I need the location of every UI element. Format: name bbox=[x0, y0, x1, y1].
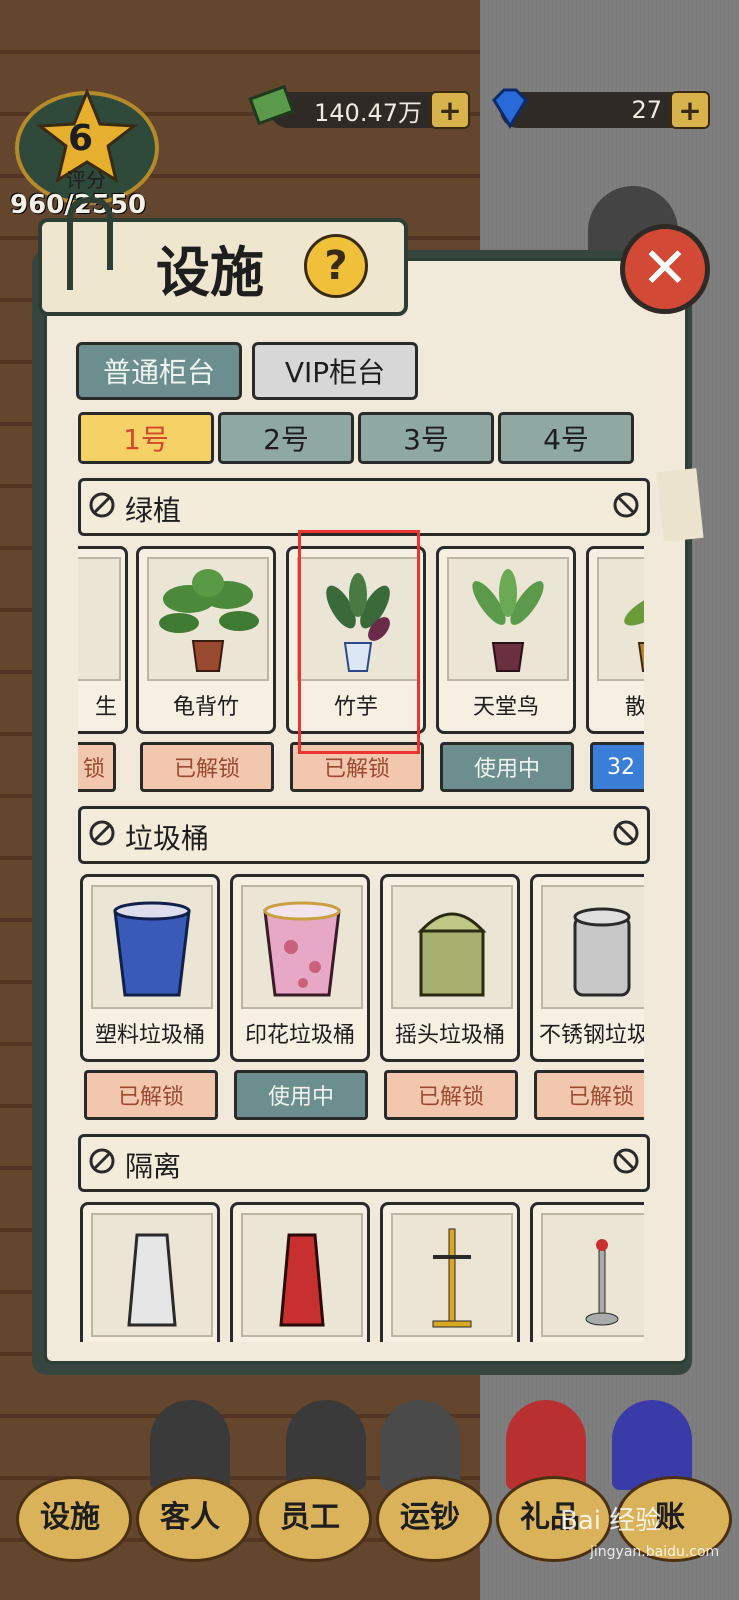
barrier-image bbox=[541, 1213, 644, 1337]
trash-image bbox=[241, 885, 363, 1009]
plant-card[interactable]: 散 bbox=[586, 546, 644, 734]
nav-staff[interactable]: 员工 bbox=[260, 1484, 360, 1544]
counter-tab-4[interactable]: 4号 bbox=[498, 412, 634, 464]
nav-facilities[interactable]: 设施 bbox=[20, 1484, 120, 1544]
paper-corner bbox=[656, 468, 704, 542]
nav-cash-transport[interactable]: 运钞 bbox=[380, 1484, 480, 1544]
section-plants[interactable]: 绿植 bbox=[78, 478, 650, 536]
trash-row: 塑料垃圾桶 印花垃圾桶 摇头垃圾桶 不锈钢垃圾桶 已解锁 bbox=[78, 874, 644, 1124]
plant-image bbox=[597, 557, 644, 681]
section-barrier-title: 隔离 bbox=[125, 1150, 182, 1183]
monstera-icon bbox=[159, 569, 259, 672]
tab-normal-counter[interactable]: 普通柜台 bbox=[76, 342, 242, 400]
counter-tab-3[interactable]: 3号 bbox=[358, 412, 494, 464]
plant-price[interactable]: 32 bbox=[590, 742, 644, 792]
plant-name: 天堂鸟 bbox=[472, 695, 539, 720]
panel-title: 设施 bbox=[156, 241, 264, 304]
bird-of-paradise-icon bbox=[472, 569, 544, 672]
plant-status[interactable]: 锁 bbox=[78, 742, 116, 792]
trash-card[interactable]: 印花垃圾桶 bbox=[230, 874, 370, 1062]
trash-image bbox=[541, 885, 644, 1009]
plant-name: 生 bbox=[94, 695, 117, 720]
watermark-url: jingyan.baidu.com bbox=[590, 1544, 720, 1560]
trash-card[interactable]: 不锈钢垃圾桶 bbox=[530, 874, 644, 1062]
trash-status[interactable]: 已解锁 bbox=[384, 1070, 518, 1120]
section-plants-title: 绿植 bbox=[125, 494, 182, 527]
section-trash-title: 垃圾桶 bbox=[125, 822, 210, 855]
trash-status[interactable]: 使用中 bbox=[234, 1070, 368, 1120]
plastic-bin-icon bbox=[113, 901, 191, 997]
barrier-card[interactable] bbox=[230, 1202, 370, 1342]
plant-image bbox=[447, 557, 569, 681]
toggle-icon bbox=[89, 492, 115, 518]
white-barrier-icon bbox=[127, 1233, 177, 1327]
gem-display: 27 + bbox=[492, 88, 710, 129]
trash-name: 塑料垃圾桶 bbox=[94, 1023, 205, 1048]
barrier-image bbox=[91, 1213, 213, 1337]
selection-highlight bbox=[298, 530, 420, 754]
add-money-button[interactable]: + bbox=[430, 91, 470, 129]
prohibit-icon bbox=[613, 820, 639, 846]
trash-status[interactable]: 已解锁 bbox=[534, 1070, 644, 1120]
barrier-image bbox=[241, 1213, 363, 1337]
palm-icon bbox=[624, 592, 644, 672]
plant-card[interactable]: 龟背竹 bbox=[136, 546, 276, 734]
prohibit-icon bbox=[613, 1148, 639, 1174]
add-gems-button[interactable]: + bbox=[670, 91, 710, 129]
cash-icon bbox=[248, 84, 295, 126]
trash-image bbox=[391, 885, 513, 1009]
trash-image bbox=[91, 885, 213, 1009]
plant-status[interactable]: 已解锁 bbox=[140, 742, 274, 792]
plant-image bbox=[147, 557, 269, 681]
barrier-card[interactable] bbox=[380, 1202, 520, 1342]
swing-bin-icon bbox=[417, 912, 487, 997]
prohibit-icon bbox=[613, 492, 639, 518]
level-label: 评分 bbox=[66, 168, 106, 192]
trash-status[interactable]: 已解锁 bbox=[84, 1070, 218, 1120]
watermark-brand: Bai 经验 bbox=[560, 1506, 662, 1536]
section-barrier[interactable]: 隔离 bbox=[78, 1134, 650, 1192]
help-button[interactable]: ? bbox=[304, 234, 368, 298]
nav-customers[interactable]: 客人 bbox=[140, 1484, 240, 1544]
trash-card[interactable]: 摇头垃圾桶 bbox=[380, 874, 520, 1062]
section-trash[interactable]: 垃圾桶 bbox=[78, 806, 650, 864]
toggle-icon bbox=[89, 820, 115, 846]
plant-card[interactable]: 天堂鸟 bbox=[436, 546, 576, 734]
plant-image bbox=[78, 557, 121, 681]
diamond-icon bbox=[492, 88, 528, 129]
trash-card[interactable]: 塑料垃圾桶 bbox=[80, 874, 220, 1062]
plant-status[interactable]: 使用中 bbox=[440, 742, 574, 792]
plant-name: 龟背竹 bbox=[172, 695, 239, 720]
plant-card[interactable]: 生 bbox=[78, 546, 128, 734]
paperclip-icon bbox=[67, 196, 113, 290]
barrier-card[interactable] bbox=[530, 1202, 644, 1342]
money-display: 140.47万 + bbox=[248, 84, 470, 129]
red-barrier-icon bbox=[279, 1233, 325, 1327]
level-number: 6 bbox=[68, 118, 94, 159]
barrier-row bbox=[78, 1202, 644, 1342]
close-icon: ✕ bbox=[641, 236, 689, 301]
plant-name: 散 bbox=[625, 695, 644, 720]
toggle-icon bbox=[89, 1148, 115, 1174]
trash-name: 摇头垃圾桶 bbox=[394, 1023, 505, 1048]
stanchion-icon bbox=[585, 1239, 619, 1326]
barrier-card[interactable] bbox=[80, 1202, 220, 1342]
barrier-image bbox=[391, 1213, 513, 1337]
trash-name: 印花垃圾桶 bbox=[244, 1023, 355, 1048]
tab-vip-counter[interactable]: VIP柜台 bbox=[252, 342, 418, 400]
counter-tab-2[interactable]: 2号 bbox=[218, 412, 354, 464]
printed-bin-icon bbox=[263, 901, 341, 997]
trash-name: 不锈钢垃圾桶 bbox=[539, 1023, 644, 1048]
steel-bin-icon bbox=[573, 907, 631, 997]
close-button[interactable]: ✕ bbox=[620, 224, 710, 314]
pole-barrier-icon bbox=[432, 1228, 472, 1328]
counter-tab-1[interactable]: 1号 bbox=[78, 412, 214, 464]
